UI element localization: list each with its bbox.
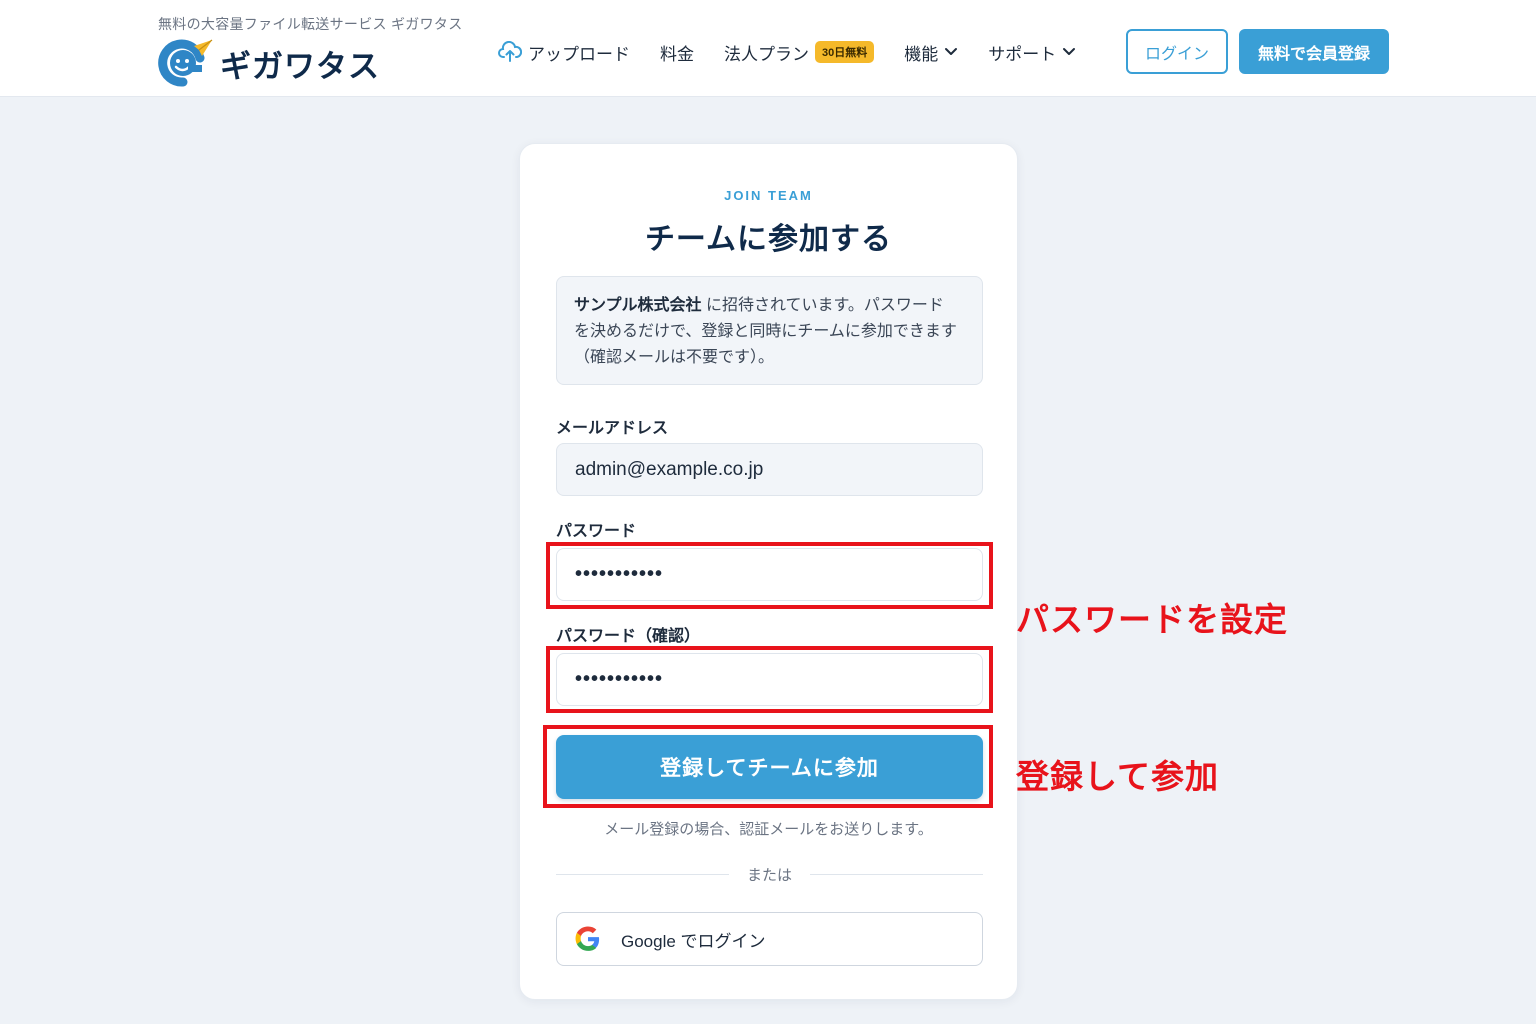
google-login-label: Google でログイン — [621, 931, 766, 951]
password-highlight-box — [546, 542, 993, 609]
site-tagline: 無料の大容量ファイル転送サービス ギガワタス — [158, 16, 463, 32]
nav-business-plan-label: 法人プラン — [724, 44, 809, 64]
email-field[interactable]: admin@example.co.jp — [556, 443, 983, 496]
google-icon — [575, 926, 601, 952]
email-label: メールアドレス — [556, 420, 669, 437]
nav-pricing-label: 料金 — [660, 44, 694, 64]
login-button[interactable]: ログイン — [1126, 29, 1228, 74]
logo-icon — [158, 38, 214, 88]
notice-text-3: （確認メールは不要です）。 — [574, 349, 775, 366]
nav-business-plan[interactable]: 法人プラン 30日無料 — [724, 40, 875, 65]
submit-highlight-box — [543, 725, 993, 808]
nav-features-label: 機能 — [904, 44, 939, 64]
page-title: チームに参加する — [644, 223, 893, 256]
or-divider-text: または — [747, 866, 793, 884]
logo-text: ギガワタス — [220, 48, 380, 84]
chevron-down-icon — [944, 47, 958, 57]
nav-support-label: サポート — [988, 44, 1057, 64]
main-nav: アップロード 料金 法人プラン 30日無料 機能 サポート — [498, 38, 1106, 66]
chevron-down-icon — [1062, 47, 1076, 57]
cloud-upload-icon — [498, 41, 522, 63]
invitation-notice: サンプル株式会社 に招待されています。パスワード を決めるだけで、登録と同時にチ… — [556, 276, 983, 385]
password-label: パスワード — [556, 523, 637, 540]
nav-upload[interactable]: アップロード — [498, 40, 630, 65]
or-divider: または — [556, 864, 984, 884]
password-annotation: パスワードを設定 — [1016, 601, 1288, 638]
notice-text-2: を決めるだけで、登録と同時にチームに参加できます — [574, 323, 957, 340]
nav-upload-label: アップロード — [528, 44, 630, 64]
free-trial-badge: 30日無料 — [815, 41, 875, 63]
nav-support[interactable]: サポート — [988, 40, 1076, 65]
invited-company-name: サンプル株式会社 — [574, 297, 702, 314]
nav-features[interactable]: 機能 — [904, 40, 958, 65]
site-logo[interactable]: ギガワタス — [158, 38, 380, 88]
nav-pricing[interactable]: 料金 — [660, 40, 694, 65]
card-eyebrow: JOIN TEAM — [724, 188, 813, 203]
email-verification-hint: メール登録の場合、認証メールをお送りします。 — [604, 821, 933, 838]
google-login-button[interactable]: Google でログイン — [556, 912, 983, 966]
site-header: 無料の大容量ファイル転送サービス ギガワタス ギガワタス アップロード 料金 法… — [0, 0, 1536, 97]
notice-text-1: に招待されています。パスワード — [701, 297, 944, 314]
register-button[interactable]: 無料で会員登録 — [1239, 29, 1389, 74]
submit-annotation: 登録して参加 — [1016, 758, 1220, 795]
password-confirm-label: パスワード（確認） — [556, 628, 701, 645]
password-confirm-highlight-box — [546, 646, 993, 713]
